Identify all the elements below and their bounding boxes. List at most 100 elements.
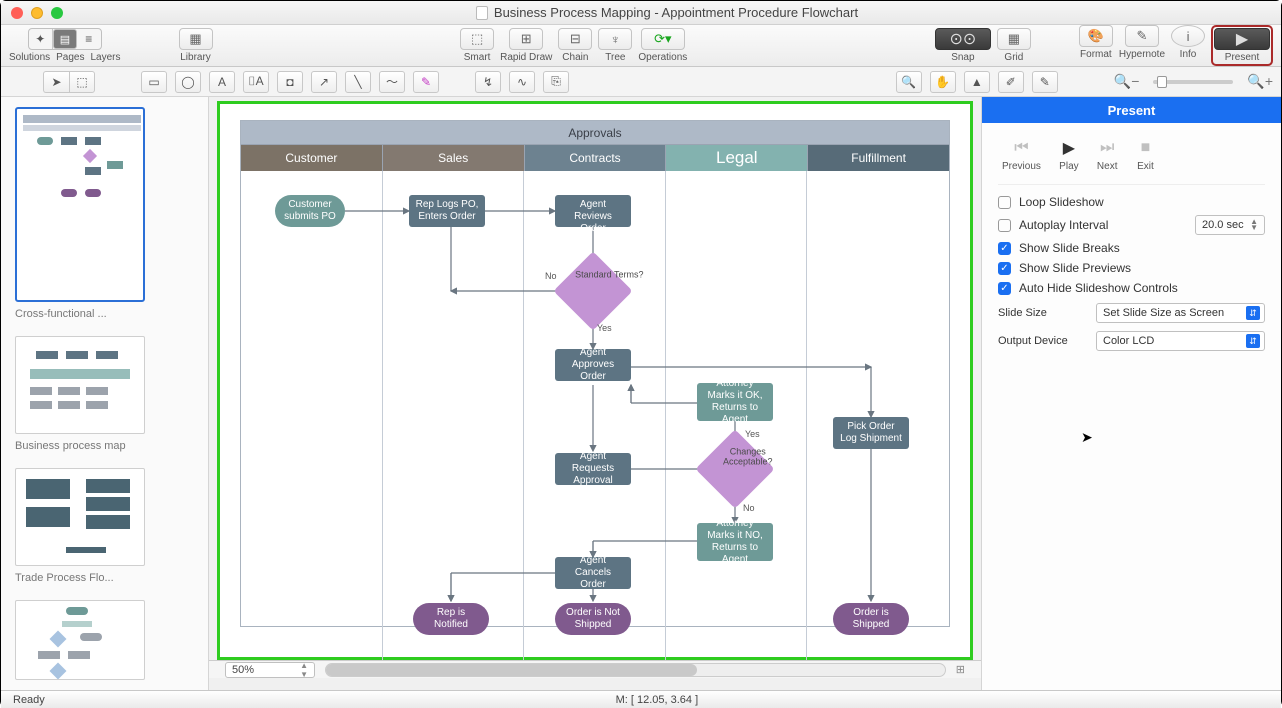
line-tool[interactable]: ╲ [345, 71, 371, 93]
highlighter-tool[interactable]: ✎ [413, 71, 439, 93]
format-button[interactable]: 🎨 [1079, 25, 1113, 47]
zoom-slider[interactable] [1153, 80, 1233, 84]
zoom-in-icon[interactable]: 🔍+ [1247, 73, 1273, 90]
zoom-selector[interactable]: 50%▲▼ [225, 662, 315, 678]
previews-label: Show Slide Previews [1019, 261, 1131, 275]
zoom-window-icon[interactable] [51, 7, 63, 19]
autohide-checkbox[interactable]: ✓ [998, 282, 1011, 295]
node-attorney-ok[interactable]: Attorney Marks it OK, Returns to Agent [697, 383, 773, 421]
slidesize-label: Slide Size [998, 307, 1088, 319]
curve-tool[interactable]: 〜 [379, 71, 405, 93]
page-label-3: Trade Process Flo... [15, 572, 194, 584]
rapid-draw-button[interactable]: ⊞ [509, 28, 543, 50]
exit-button[interactable]: ■Exit [1135, 139, 1155, 172]
layers-label: Layers [91, 52, 121, 63]
info-button[interactable]: i [1171, 25, 1205, 47]
autoplay-interval-input[interactable]: 20.0 sec▲▼ [1195, 215, 1265, 235]
document-icon [476, 6, 488, 20]
autoplay-checkbox[interactable] [998, 219, 1011, 232]
status-ready: Ready [13, 694, 45, 706]
page-thumb-2[interactable] [15, 336, 145, 434]
lane-header-customer: Customer [241, 145, 383, 171]
zoom-tool[interactable]: 🔍 [896, 71, 922, 93]
node-agent-reviews[interactable]: Contracts Agent Reviews Order [555, 195, 631, 227]
marquee-tool[interactable]: ⬚ [69, 71, 95, 93]
page-thumb-3[interactable] [15, 468, 145, 566]
pan-tool[interactable]: ✋ [930, 71, 956, 93]
fit-icon[interactable]: ⊞ [956, 663, 965, 676]
node-agent-requests[interactable]: Agent Requests Approval [555, 453, 631, 485]
node-agent-approves[interactable]: Agent Approves Order [555, 349, 631, 381]
node-rep-notified[interactable]: Rep is Notified [413, 603, 489, 635]
stamp-tool[interactable]: ▲ [964, 71, 990, 93]
slidesize-select[interactable]: Set Slide Size as Screen⇵ [1096, 303, 1265, 323]
output-select[interactable]: Color LCD⇵ [1096, 331, 1265, 351]
main-toolbar: ✦ ▤ ≡ Solutions Pages Layers ▦ Library ⬚… [1, 25, 1281, 67]
output-label: Output Device [998, 335, 1088, 347]
solutions-label: Solutions [9, 52, 50, 63]
lane-header-legal: Legal [666, 145, 808, 171]
swimlane-chart: Approvals Customer Sales Contracts Legal… [240, 120, 950, 627]
prev-slide-button[interactable]: ⏮Previous [1002, 139, 1041, 172]
h-scrollbar[interactable] [325, 663, 946, 677]
library-button[interactable]: ▦ [179, 28, 213, 50]
next-slide-button[interactable]: ⏭Next [1097, 139, 1118, 172]
edge-label-no2: No [743, 503, 755, 513]
pages-button[interactable]: ▤ [53, 29, 77, 49]
canvas-footer: 50%▲▼ ⊞ [209, 660, 981, 678]
minimize-window-icon[interactable] [31, 7, 43, 19]
page-thumb-4[interactable] [15, 600, 145, 680]
node-not-shipped[interactable]: Order is Not Shipped [555, 603, 631, 635]
shape-toolbar: ➤ ⬚ ▭ ◯ A ⌷A ◘ ↗ ╲ 〜 ✎ ↯ ∿ ⎘ 🔍 ✋ ▲ ✐ ✎ 🔍… [1, 67, 1281, 97]
node-shipped[interactable]: Order is Shipped [833, 603, 909, 635]
autohide-label: Auto Hide Slideshow Controls [1019, 281, 1178, 295]
snap-button[interactable]: ⊙⊙ [935, 28, 991, 50]
callout-tool[interactable]: ◘ [277, 71, 303, 93]
pages-panel: Cross-functional ... Business process ma… [1, 97, 209, 690]
node-rep-logs[interactable]: Rep Logs PO, Enters Order [409, 195, 485, 227]
edge-label-no1: No [545, 271, 557, 281]
operations-button[interactable]: ⟳▾ [641, 28, 685, 50]
lane-header-fulfillment: Fulfillment [808, 145, 949, 171]
layers-button[interactable]: ≡ [77, 29, 101, 49]
loop-checkbox[interactable] [998, 196, 1011, 209]
node-agent-cancels[interactable]: Agent Cancels Order [555, 557, 631, 589]
loop-label: Loop Slideshow [1019, 195, 1104, 209]
text-tool[interactable]: A [209, 71, 235, 93]
spline-tool[interactable]: ∿ [509, 71, 535, 93]
node-pick-order[interactable]: Pick Order Log Shipment [833, 417, 909, 449]
eyedrop-tool[interactable]: ✐ [998, 71, 1024, 93]
solutions-button[interactable]: ✦ [29, 29, 53, 49]
page-label-2: Business process map [15, 440, 194, 452]
ellipse-tool[interactable]: ◯ [175, 71, 201, 93]
smart-button[interactable]: ⬚ [460, 28, 494, 50]
previews-checkbox[interactable]: ✓ [998, 262, 1011, 275]
hypernote-button[interactable]: ✎ [1125, 25, 1159, 47]
tree-button[interactable]: ♆ [598, 28, 632, 50]
canvas-area[interactable]: Approvals Customer Sales Contracts Legal… [209, 97, 981, 690]
autoplay-label: Autoplay Interval [1019, 218, 1187, 232]
connector-tool[interactable]: ↯ [475, 71, 501, 93]
present-button[interactable]: ▶ [1214, 28, 1270, 50]
breaks-checkbox[interactable]: ✓ [998, 242, 1011, 255]
document-title: Business Process Mapping - Appointment P… [494, 5, 858, 20]
chain-button[interactable]: ⊟ [558, 28, 592, 50]
play-button[interactable]: ▶Play [1059, 139, 1079, 172]
drawing-canvas[interactable]: Approvals Customer Sales Contracts Legal… [217, 101, 973, 660]
clone-tool[interactable]: ⎘ [543, 71, 569, 93]
node-attorney-no[interactable]: Attorney Marks it NO, Returns to Agent [697, 523, 773, 561]
zoom-out-icon[interactable]: 🔍− [1114, 73, 1140, 90]
pointer-tool[interactable]: ➤ [43, 71, 69, 93]
eraser-tool[interactable]: ✎ [1032, 71, 1058, 93]
grid-button[interactable]: ▦ [997, 28, 1031, 50]
rect-tool[interactable]: ▭ [141, 71, 167, 93]
arrow-tool[interactable]: ↗ [311, 71, 337, 93]
page-thumb-1[interactable] [15, 107, 145, 302]
textbox-tool[interactable]: ⌷A [243, 71, 269, 93]
status-bar: Ready M: [ 12.05, 3.64 ] [1, 690, 1281, 708]
present-panel-title: Present [982, 97, 1281, 123]
chart-title: Approvals [241, 121, 949, 145]
close-window-icon[interactable] [11, 7, 23, 19]
lane-header-sales: Sales [383, 145, 525, 171]
node-customer-po[interactable]: Customer submits PO [275, 195, 345, 227]
